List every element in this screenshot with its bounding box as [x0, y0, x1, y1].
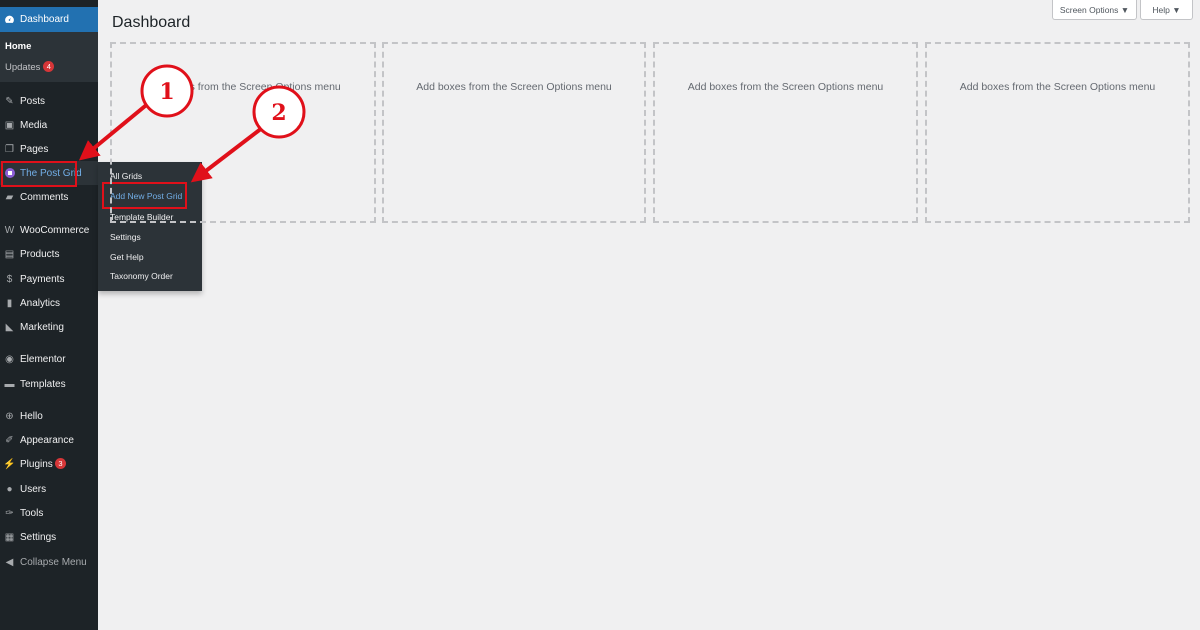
dashboard-icon [4, 14, 15, 25]
submenu-updates[interactable]: Updates 4 [5, 61, 55, 73]
payments-icon: $ [6, 273, 13, 285]
comment-icon: ▰ [5, 191, 14, 203]
box-placeholder-text: Add boxes from the Screen Options menu [959, 80, 1156, 93]
sidebar-item-woocommerce[interactable]: W WooCommerce [0, 218, 98, 242]
media-icon: ▣ [4, 119, 15, 131]
box-placeholder-text: Add boxes from the Screen Options menu [416, 80, 612, 93]
sidebar-item-label: Hello [20, 410, 43, 422]
sidebar-item-label: Dashboard [20, 14, 69, 25]
admin-sidebar: Dashboard Home Updates 4 ✎ Posts ▣ Media ❐ Pag… [0, 0, 98, 630]
flyout-item-get-help[interactable]: Get Help [110, 252, 144, 262]
sidebar-item-label: Products [20, 248, 60, 260]
folder-icon: ▬ [4, 378, 15, 390]
box-placeholder-text: Add boxes from the Screen Options menu [687, 80, 884, 93]
sidebar-item-settings[interactable]: ▦ Settings [0, 525, 98, 549]
sidebar-item-label: Comments [20, 191, 69, 203]
flyout-item-taxonomy-order[interactable]: Taxonomy Order [110, 271, 173, 281]
post-grid-highlight-box [1, 161, 77, 187]
sidebar-item-appearance[interactable]: ✐ Appearance [0, 428, 98, 452]
sidebar-item-label: WooCommerce [20, 224, 90, 236]
wrench-icon: ✑ [5, 507, 14, 519]
sidebar-item-posts[interactable]: ✎ Posts [0, 89, 98, 113]
screen-options-button[interactable]: Screen Options ▼ [1052, 0, 1137, 20]
collapse-icon: ◀ [5, 556, 14, 568]
plus-circle-icon: ⊕ [5, 410, 14, 422]
sidebar-item-products[interactable]: ▤ Products [0, 242, 98, 266]
elementor-icon: ◉ [5, 353, 14, 365]
sidebar-item-payments[interactable]: $ Payments [0, 267, 98, 291]
submenu-updates-label: Updates [5, 62, 41, 73]
megaphone-icon: ◣ [5, 321, 14, 333]
brush-icon: ✐ [5, 434, 14, 446]
plugin-icon: ⚡ [3, 458, 16, 470]
sidebar-item-label: Settings [20, 531, 57, 543]
settings-icon: ▦ [4, 531, 15, 543]
box-placeholder-text: Add boxes from the Screen Options menu [145, 80, 341, 93]
help-button[interactable]: Help ▼ [1140, 0, 1193, 20]
dashboard-box-4: Add boxes from the Screen Options menu [925, 42, 1190, 223]
sidebar-item-analytics[interactable]: ▮ Analytics [0, 291, 98, 315]
plugins-count-badge: 3 [55, 458, 66, 469]
woocommerce-icon: W [4, 224, 15, 236]
sidebar-item-comments[interactable]: ▰ Comments [0, 185, 98, 209]
sidebar-item-pages[interactable]: ❐ Pages [0, 137, 98, 161]
analytics-icon: ▮ [6, 297, 13, 309]
sidebar-item-label: Users [20, 483, 47, 495]
flyout-item-settings[interactable]: Settings [110, 232, 141, 242]
submenu-home[interactable]: Home [5, 41, 31, 52]
flyout-pointer [90, 168, 98, 184]
sidebar-item-users[interactable]: ● Users [0, 477, 98, 501]
sidebar-item-label: Payments [20, 273, 65, 285]
sidebar-item-label: Pages [20, 143, 49, 155]
products-icon: ▤ [4, 248, 15, 260]
sidebar-item-tools[interactable]: ✑ Tools [0, 501, 98, 525]
page-title: Dashboard [112, 14, 191, 31]
submenu-home-label: Home [5, 41, 32, 52]
sidebar-item-label: Elementor [20, 353, 66, 365]
updates-count-badge: 4 [43, 61, 55, 72]
sidebar-item-label: Appearance [20, 434, 74, 446]
sidebar-item-label: Collapse Menu [20, 556, 87, 568]
sidebar-item-label: Marketing [20, 321, 64, 333]
sidebar-item-label: Templates [20, 378, 66, 390]
sidebar-item-media[interactable]: ▣ Media [0, 113, 98, 137]
dashboard-box-3: Add boxes from the Screen Options menu [653, 42, 918, 223]
sidebar-item-label: Analytics [20, 297, 61, 309]
sidebar-item-label: Posts [20, 95, 46, 107]
sidebar-item-collapse-menu[interactable]: ◀ Collapse Menu [0, 550, 98, 574]
pushpin-icon: ✎ [5, 95, 14, 107]
sidebar-item-label: Tools [20, 507, 44, 519]
sidebar-item-elementor[interactable]: ◉ Elementor [0, 347, 98, 371]
sidebar-item-label: Plugins [20, 458, 53, 470]
sidebar-item-dashboard[interactable]: Dashboard [0, 7, 98, 32]
pages-icon: ❐ [5, 143, 14, 155]
dashboard-box-2: Add boxes from the Screen Options menu [382, 42, 646, 223]
sidebar-item-plugins[interactable]: ⚡ Plugins 3 [0, 452, 98, 476]
sidebar-item-label: Media [20, 119, 48, 131]
dashboard-submenu: Home Updates 4 [0, 32, 98, 82]
sidebar-item-marketing[interactable]: ◣ Marketing [0, 315, 98, 339]
sidebar-item-hello[interactable]: ⊕ Hello [0, 404, 98, 428]
user-icon: ● [6, 483, 13, 495]
dashboard-box-1: Add boxes from the Screen Options menu [110, 42, 376, 223]
sidebar-item-templates[interactable]: ▬ Templates [0, 372, 98, 396]
